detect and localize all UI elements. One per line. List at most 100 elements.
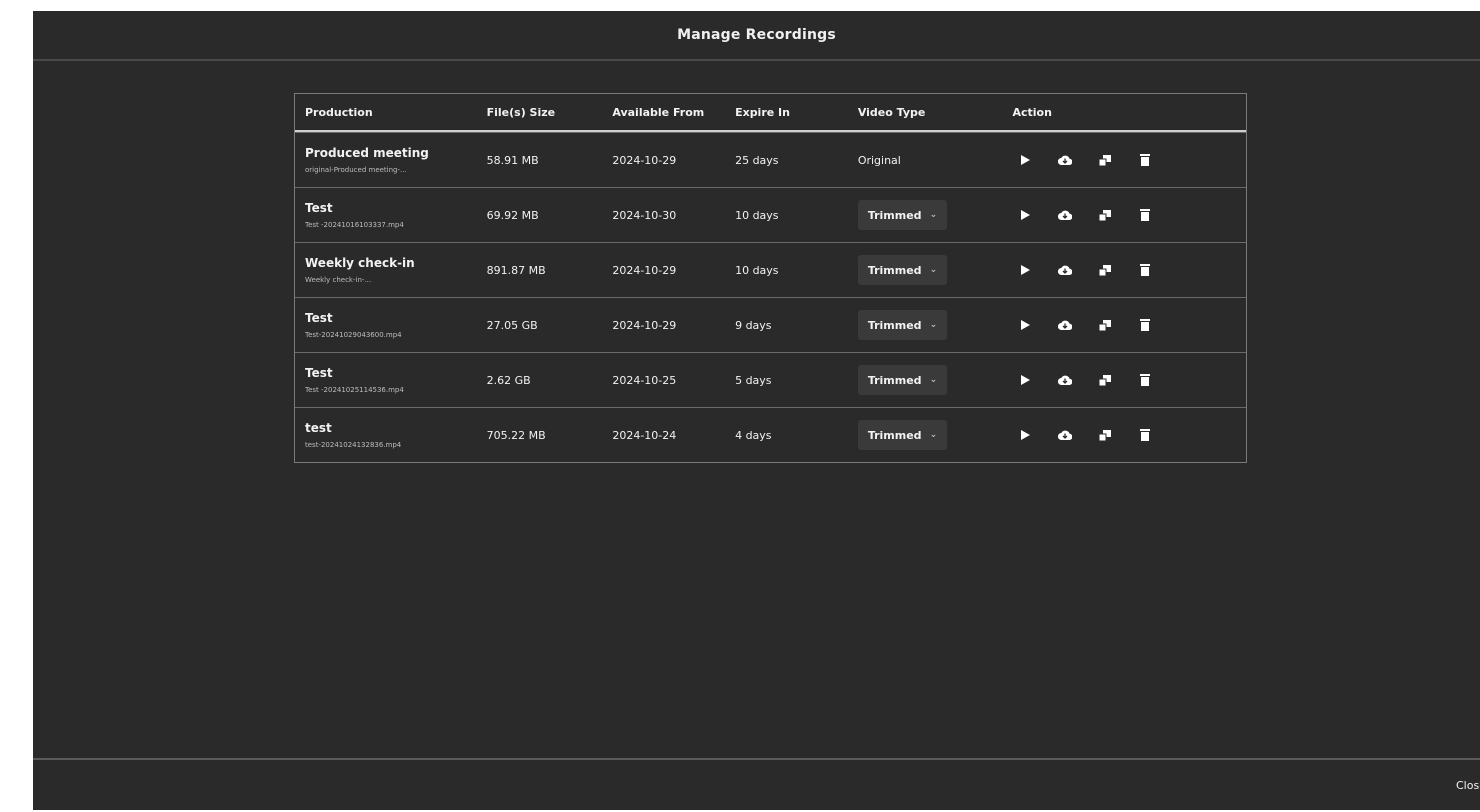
video-type-value: Trimmed xyxy=(867,318,922,332)
copy-icon[interactable] xyxy=(1098,263,1112,277)
file-size: 2.62 GB xyxy=(486,373,531,387)
video-type-value: Trimmed xyxy=(867,428,922,442)
header-available: Available From xyxy=(612,105,705,119)
video-type-select[interactable]: Trimmed ⌄ xyxy=(857,255,948,285)
available-from: 2024-10-30 xyxy=(612,208,677,222)
play-icon[interactable] xyxy=(1018,153,1032,167)
close-button[interactable]: Close xyxy=(1456,779,1480,792)
chevron-down-icon: ⌄ xyxy=(929,210,938,220)
chevron-down-icon: ⌄ xyxy=(929,430,938,440)
production-name: Weekly check-in xyxy=(305,256,415,270)
video-type-cell: Trimmed ⌄ xyxy=(857,200,1013,230)
file-size: 891.87 MB xyxy=(486,263,546,277)
production-name: Produced meeting xyxy=(305,146,429,160)
cloud-download-icon[interactable] xyxy=(1058,373,1073,387)
modal-title: Manage Recordings xyxy=(677,27,836,43)
modal-header: Manage Recordings xyxy=(33,11,1480,61)
production-cell: Test Test -20241025114536.mp4 xyxy=(295,366,487,394)
file-size: 705.22 MB xyxy=(486,428,546,442)
video-type-cell: Trimmed ⌄ xyxy=(857,310,1013,340)
available-from: 2024-10-29 xyxy=(612,153,677,167)
video-type-cell: Original xyxy=(858,154,1013,167)
production-name: test xyxy=(305,421,332,435)
cloud-download-icon[interactable] xyxy=(1058,208,1073,222)
production-cell: test test-20241024132836.mp4 xyxy=(295,421,487,449)
cloud-download-icon[interactable] xyxy=(1058,263,1073,277)
expire-in: 9 days xyxy=(735,318,772,332)
play-icon[interactable] xyxy=(1018,263,1032,277)
header-action: Action xyxy=(1012,105,1052,119)
action-cell xyxy=(1012,263,1246,277)
file-size: 58.91 MB xyxy=(486,153,539,167)
trash-icon[interactable] xyxy=(1138,153,1152,167)
trash-icon[interactable] xyxy=(1138,208,1152,222)
production-cell: Test Test-20241029043600.mp4 xyxy=(295,311,487,339)
production-filename: test-20241024132836.mp4 xyxy=(305,441,402,449)
table-header-row: Production File(s) Size Available From E… xyxy=(295,94,1246,132)
expire-in: 25 days xyxy=(735,153,779,167)
expire-in: 4 days xyxy=(735,428,772,442)
available-from: 2024-10-29 xyxy=(612,263,677,277)
modal-footer: Close xyxy=(33,758,1480,812)
expire-in: 10 days xyxy=(735,208,779,222)
action-cell xyxy=(1012,373,1246,387)
cloud-download-icon[interactable] xyxy=(1058,318,1073,332)
table-row: Test Test -20241025114536.mp4 2.62 GB 2024-… xyxy=(295,352,1246,407)
trash-icon[interactable] xyxy=(1138,318,1152,332)
video-type-select[interactable]: Trimmed ⌄ xyxy=(857,420,948,450)
chevron-down-icon: ⌄ xyxy=(929,265,938,275)
table-body: Produced meeting original-Produced meetin… xyxy=(295,132,1246,462)
copy-icon[interactable] xyxy=(1098,318,1112,332)
play-icon[interactable] xyxy=(1018,428,1032,442)
copy-icon[interactable] xyxy=(1098,153,1112,167)
production-filename: Test -20241016103337.mp4 xyxy=(305,221,404,229)
trash-icon[interactable] xyxy=(1138,373,1152,387)
production-cell: Produced meeting original-Produced meetin… xyxy=(295,146,487,174)
table-row: Test Test-20241029043600.mp4 27.05 GB 2024-… xyxy=(295,297,1246,352)
production-cell: Test Test -20241016103337.mp4 xyxy=(295,201,487,229)
file-size: 27.05 GB xyxy=(486,318,538,332)
play-icon[interactable] xyxy=(1018,318,1032,332)
production-cell: Weekly check-in Weekly check-in-... xyxy=(295,256,487,284)
chevron-down-icon: ⌄ xyxy=(929,375,938,385)
header-video-type: Video Type xyxy=(857,105,926,119)
copy-icon[interactable] xyxy=(1098,428,1112,442)
production-filename: Weekly check-in-... xyxy=(305,276,372,284)
video-type-value: Trimmed xyxy=(867,373,922,387)
production-name: Test xyxy=(305,311,333,325)
action-cell xyxy=(1012,428,1246,442)
header-production: Production xyxy=(305,105,373,119)
production-filename: original-Produced meeting-... xyxy=(305,166,407,174)
video-type-cell: Trimmed ⌄ xyxy=(857,420,1013,450)
production-filename: Test -20241025114536.mp4 xyxy=(305,386,404,394)
copy-icon[interactable] xyxy=(1098,208,1112,222)
action-cell xyxy=(1012,318,1246,332)
cloud-download-icon[interactable] xyxy=(1058,153,1073,167)
manage-recordings-modal: Manage Recordings Production File(s) Siz… xyxy=(33,11,1480,810)
chevron-down-icon: ⌄ xyxy=(929,320,938,330)
recordings-table: Production File(s) Size Available From E… xyxy=(294,93,1247,463)
available-from: 2024-10-29 xyxy=(612,318,677,332)
play-icon[interactable] xyxy=(1018,373,1032,387)
production-filename: Test-20241029043600.mp4 xyxy=(305,331,402,339)
trash-icon[interactable] xyxy=(1138,263,1152,277)
table-row: test test-20241024132836.mp4 705.22 MB 2024… xyxy=(295,407,1246,462)
table-row: Produced meeting original-Produced meetin… xyxy=(295,132,1246,187)
video-type-select[interactable]: Trimmed ⌄ xyxy=(857,365,948,395)
action-cell xyxy=(1012,153,1246,167)
copy-icon[interactable] xyxy=(1098,373,1112,387)
table-row: Test Test -20241016103337.mp4 69.92 MB 2024… xyxy=(295,187,1246,242)
video-type-select[interactable]: Trimmed ⌄ xyxy=(857,200,948,230)
action-cell xyxy=(1012,208,1246,222)
production-name: Test xyxy=(305,366,333,380)
cloud-download-icon[interactable] xyxy=(1058,428,1073,442)
video-type-select[interactable]: Trimmed ⌄ xyxy=(857,310,948,340)
play-icon[interactable] xyxy=(1018,208,1032,222)
expire-in: 10 days xyxy=(735,263,779,277)
production-name: Test xyxy=(305,201,333,215)
video-type-value: Trimmed xyxy=(867,263,922,277)
video-type-cell: Trimmed ⌄ xyxy=(857,365,1013,395)
available-from: 2024-10-25 xyxy=(612,373,677,387)
header-expire: Expire In xyxy=(735,105,790,119)
trash-icon[interactable] xyxy=(1138,428,1152,442)
